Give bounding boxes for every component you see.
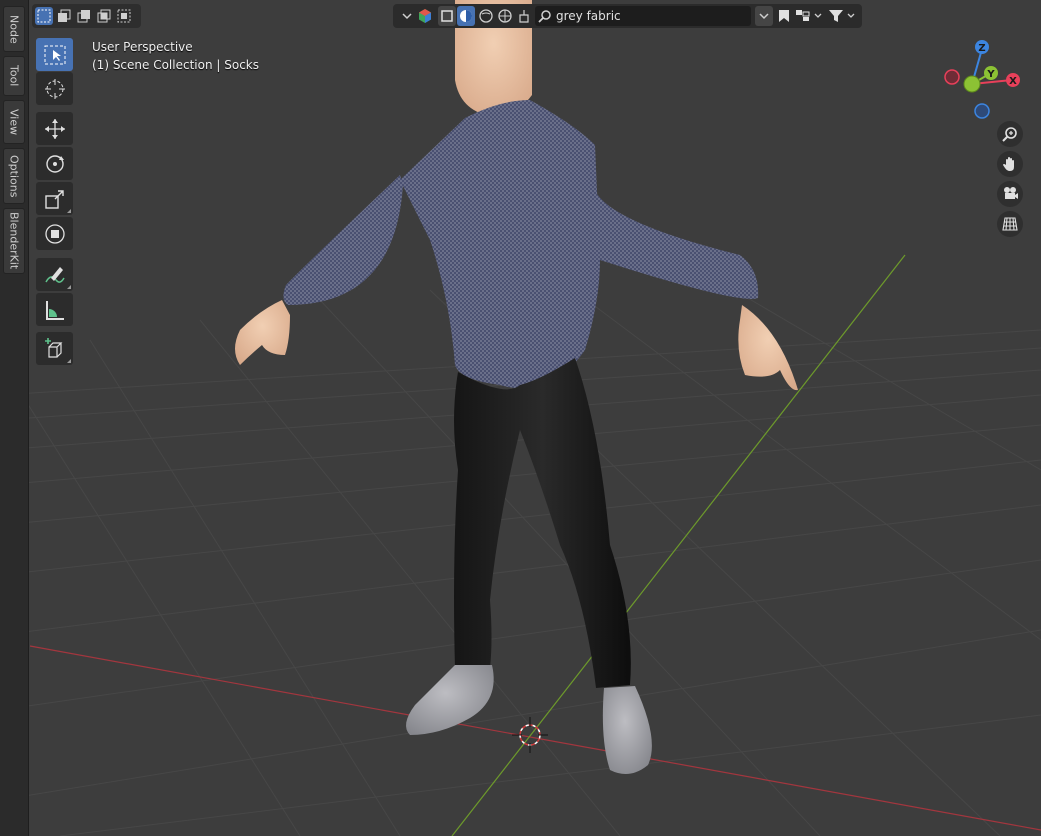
- select-extend-button[interactable]: [55, 7, 73, 25]
- asset-type-model-button[interactable]: [438, 6, 456, 26]
- grid-ortho-icon: [1002, 217, 1018, 231]
- transform-tool[interactable]: [36, 217, 73, 250]
- select-difference-icon: [97, 9, 111, 23]
- viewport-scene: [0, 0, 1041, 836]
- filter-icon: [829, 10, 855, 22]
- asset-type-hdr-button[interactable]: [477, 6, 495, 26]
- chevron-down-icon: [759, 13, 769, 20]
- select-subtract-button[interactable]: [75, 7, 93, 25]
- filter-menu-button[interactable]: [827, 6, 857, 26]
- move-tool[interactable]: [36, 112, 73, 145]
- sort-menu-button[interactable]: [794, 6, 824, 26]
- add-cube-icon: [44, 337, 62, 358]
- move-icon: [44, 118, 65, 139]
- character-model: [235, 0, 798, 774]
- collection-label: (1) Scene Collection | Socks: [92, 58, 259, 72]
- blenderkit-logo-button[interactable]: [416, 6, 434, 26]
- cursor-tool[interactable]: [36, 72, 73, 105]
- neg-x-handle[interactable]: [944, 69, 960, 85]
- navigation-gizmo[interactable]: Y Z X: [938, 36, 1030, 128]
- hand-pan-icon: [1003, 157, 1014, 171]
- world-icon: [479, 9, 493, 23]
- measure-tool[interactable]: [36, 293, 73, 326]
- tab-node[interactable]: Node: [3, 6, 25, 52]
- neg-y-handle[interactable]: [963, 75, 981, 93]
- bookmark-button[interactable]: [775, 6, 793, 26]
- measure-icon: [45, 300, 64, 320]
- select-box-icon: [37, 9, 51, 23]
- x-axis-label: X: [1009, 76, 1017, 87]
- ortho-toggle-button[interactable]: [997, 211, 1023, 237]
- scale-tool[interactable]: [36, 182, 73, 215]
- asset-type-brush-button[interactable]: [515, 6, 533, 26]
- cursor-icon: [44, 78, 65, 99]
- camera-view-button[interactable]: [997, 181, 1023, 207]
- x-axis-line: [29, 645, 1041, 831]
- bookmark-icon: [779, 10, 789, 22]
- neg-z-handle[interactable]: [974, 103, 990, 119]
- collapse-menu-button[interactable]: [399, 6, 415, 26]
- search-icon: [538, 10, 551, 23]
- viewport-info: User Perspective (1) Scene Collection | …: [92, 38, 259, 74]
- select-extend-icon: [58, 9, 71, 22]
- search-field[interactable]: [535, 6, 751, 26]
- rotate-icon: [45, 154, 64, 173]
- annotate-icon: [44, 266, 65, 283]
- pan-button[interactable]: [997, 151, 1023, 177]
- select-subtract-icon: [77, 10, 90, 23]
- select-box-icon: [44, 45, 65, 64]
- select-intersect-button[interactable]: [115, 7, 133, 25]
- scale-icon: [44, 189, 64, 209]
- select-box-tool[interactable]: [36, 38, 73, 71]
- add-cube-tool[interactable]: [36, 332, 73, 365]
- select-new-button[interactable]: [35, 7, 53, 25]
- view-name: User Perspective: [92, 40, 193, 54]
- asset-type-material-button[interactable]: [457, 6, 475, 26]
- select-intersect-icon: [117, 9, 131, 23]
- asset-type-scene-button[interactable]: [496, 6, 514, 26]
- material-sphere-icon: [460, 10, 472, 22]
- camera-icon: [1004, 187, 1018, 199]
- y-axis-label: Y: [986, 69, 995, 80]
- select-difference-button[interactable]: [95, 7, 113, 25]
- blenderkit-logo-icon: [419, 9, 431, 23]
- search-options-button[interactable]: [755, 6, 773, 26]
- search-input[interactable]: [552, 9, 736, 23]
- brush-icon: [519, 10, 529, 23]
- tab-blenderkit[interactable]: BlenderKit: [3, 208, 25, 274]
- hierarchy-icon: [796, 10, 822, 21]
- tab-options[interactable]: Options: [3, 148, 25, 204]
- zoom-icon: [1002, 127, 1017, 142]
- tab-tool[interactable]: Tool: [3, 56, 25, 96]
- rotate-tool[interactable]: [36, 147, 73, 180]
- z-axis-label: Z: [978, 43, 985, 54]
- scene-icon: [498, 9, 512, 23]
- tab-view[interactable]: View: [3, 100, 25, 144]
- selection-mode-group: [32, 4, 141, 28]
- chevron-down-icon: [402, 13, 412, 20]
- transform-icon: [44, 223, 65, 244]
- cube-icon: [441, 10, 453, 22]
- annotate-tool[interactable]: [36, 258, 73, 291]
- zoom-button[interactable]: [997, 121, 1023, 147]
- 3d-viewport[interactable]: [0, 0, 1041, 836]
- sidebar-tabs: Node Tool View Options BlenderKit: [0, 0, 29, 836]
- viewport-header: [393, 4, 862, 28]
